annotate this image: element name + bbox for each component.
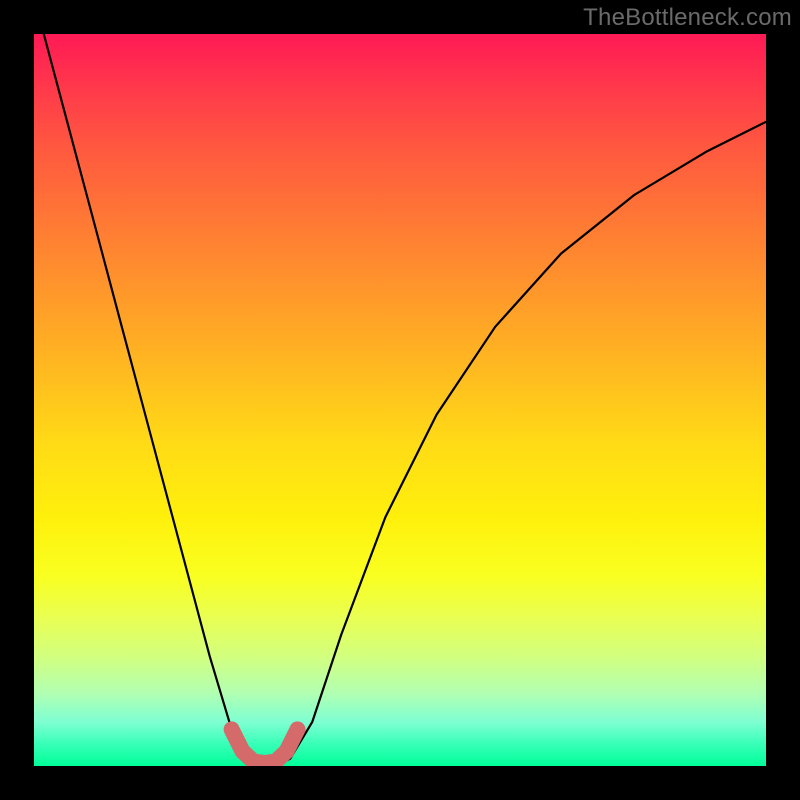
chart-svg: [34, 34, 766, 766]
main-curve: [34, 34, 766, 766]
gradient-plot-area: [34, 34, 766, 766]
highlight-band: [232, 729, 298, 763]
watermark-text: TheBottleneck.com: [583, 4, 792, 32]
